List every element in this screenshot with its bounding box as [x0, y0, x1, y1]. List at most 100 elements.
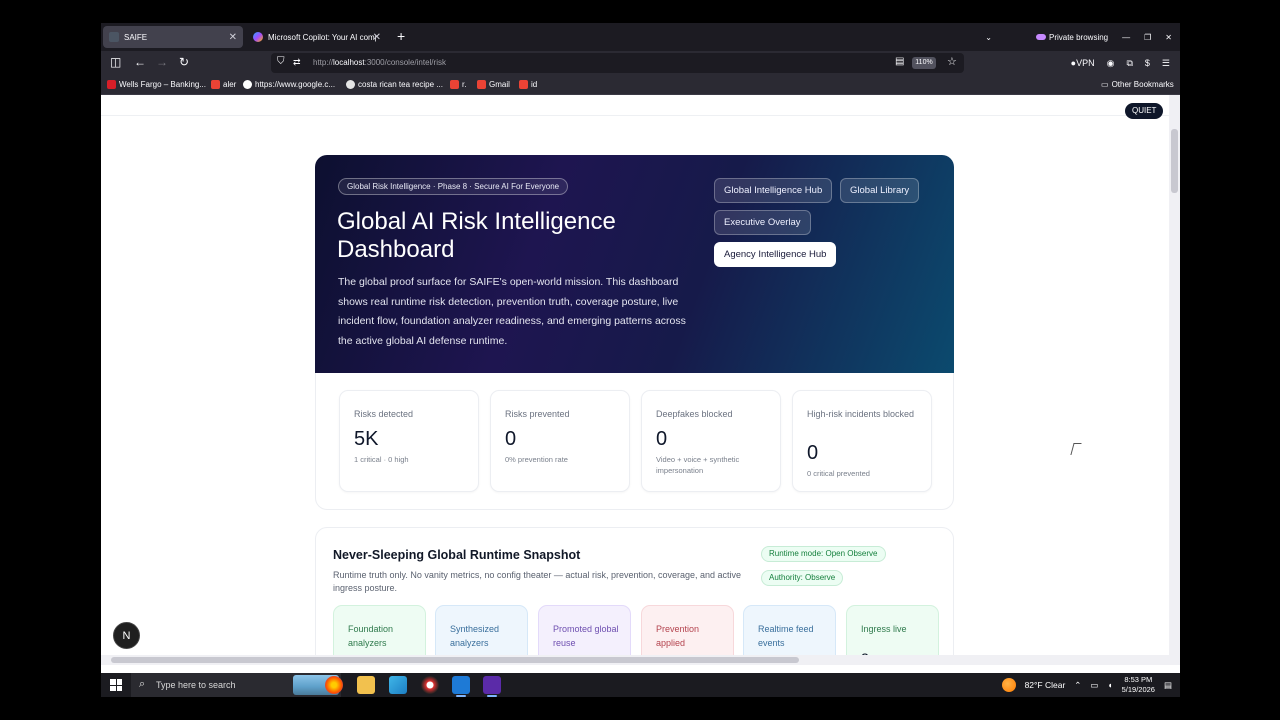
hero-banner: Global Risk Intelligence · Phase 8 · Sec… [315, 155, 954, 373]
stat-sub: Video + voice + synthetic impersonation [656, 455, 740, 475]
hero-eyebrow-pill: Global Risk Intelligence · Phase 8 · Sec… [338, 178, 569, 195]
forward-arrow-icon[interactable]: → [156, 55, 168, 69]
firefox-private-icon[interactable] [483, 676, 501, 697]
tab-title: Microsoft Copilot: Your AI comp [268, 32, 376, 42]
global-library-button[interactable]: Global Library [840, 178, 920, 203]
stat-sub: 1 critical · 0 high [354, 455, 409, 464]
bookmark-id[interactable]: id [519, 80, 537, 89]
stat-label: Risks detected [354, 409, 414, 419]
time: 8:53 PM [1124, 675, 1153, 684]
close-window-icon[interactable]: ✕ [1165, 33, 1172, 42]
close-tab-icon[interactable]: ✕ [373, 32, 381, 43]
authority-chip: Authority: Observe [761, 570, 844, 586]
horizontal-scroll-thumb[interactable] [111, 657, 799, 663]
notepad-icon[interactable] [389, 676, 407, 694]
chevron-up-icon[interactable]: ⌃ [1074, 680, 1081, 691]
bookmark-label: Wells Fargo – Banking... [119, 80, 207, 89]
desktop: SAIFE ✕ Microsoft Copilot: Your AI comp … [0, 0, 1280, 720]
tile-label: Promoted global reuse [553, 624, 619, 648]
agency-intelligence-hub-button[interactable]: Agency Intelligence Hub [714, 242, 837, 267]
bookmark-gmail[interactable]: Gmail [477, 80, 510, 89]
tile-label: Realtime feed events [758, 624, 814, 648]
stat-label: Deepfakes blocked [656, 409, 733, 419]
executive-overlay-button[interactable]: Executive Overlay [714, 210, 811, 235]
firefox-icon[interactable] [325, 676, 343, 694]
stat-value: 5K [354, 428, 379, 450]
tab-title: SAIFE [124, 32, 148, 42]
stat-label: Risks prevented [505, 409, 570, 419]
quiet-badge[interactable]: QUIET [1125, 103, 1164, 119]
restore-icon[interactable]: ❐ [1144, 33, 1151, 42]
reader-view-icon[interactable]: ▤ [895, 56, 904, 67]
stat-value: 0 [505, 428, 517, 450]
snipping-tool-icon[interactable] [421, 676, 439, 694]
bookmark-label: id [531, 80, 538, 89]
bookmark-costa-rican-tea[interactable]: costa rican tea recipe ... [346, 80, 443, 89]
taskbar-search-box[interactable]: ⌕ Type here to search [131, 673, 341, 697]
bookmark-wells-fargo[interactable]: Wells Fargo – Banking... [107, 80, 206, 89]
bookmark-r[interactable]: r. [450, 80, 466, 89]
vertical-scrollbar[interactable] [1169, 95, 1180, 665]
tile-label: Synthesized analyzers [450, 624, 500, 648]
back-arrow-icon[interactable]: ← [134, 55, 146, 69]
address-bar[interactable]: ⛉ ⇄ http://localhost:3000/console/intel/… [271, 53, 964, 73]
saife-favicon-icon [109, 32, 119, 42]
menu-hamburger-icon[interactable]: ☰ [1162, 58, 1170, 69]
private-browsing-label: Private browsing [1048, 32, 1109, 42]
runtime-mode-chip: Runtime mode: Open Observe [761, 546, 886, 562]
account-icon[interactable]: ◉ [1107, 58, 1115, 69]
navigation-toolbar: ◫ ← → ↻ ⛉ ⇄ http://localhost:3000/consol… [101, 51, 1180, 75]
reload-icon[interactable]: ↻ [179, 55, 189, 69]
bookmark-google[interactable]: https://www.google.c... [243, 80, 335, 89]
copilot-favicon-icon [253, 32, 263, 42]
new-tab-plus-icon[interactable]: + [397, 28, 405, 44]
vpn-button[interactable]: ●VPN [1071, 58, 1095, 68]
vscode-icon[interactable] [452, 676, 470, 697]
gmail-icon [519, 80, 528, 89]
bookmark-star-icon[interactable]: ☆ [947, 55, 957, 68]
folder-icon: ▭ [1101, 80, 1109, 89]
weather-text[interactable]: 82°F Clear [1025, 680, 1066, 690]
private-browsing-indicator: Private browsing [1035, 32, 1109, 42]
network-icon[interactable]: ▭ [1090, 680, 1098, 691]
bookmark-label: Gmail [489, 80, 510, 89]
search-icon: ⌕ [139, 678, 146, 690]
clock[interactable]: 8:53 PM 5/19/2026 [1122, 675, 1155, 695]
gmail-icon [477, 80, 486, 89]
nextjs-dev-badge[interactable]: N [113, 622, 140, 649]
url-scheme: http:// [313, 58, 334, 67]
bookmark-label: https://www.google.c... [255, 80, 336, 89]
zoom-level[interactable]: 110% [912, 57, 936, 69]
vertical-scroll-thumb[interactable] [1171, 129, 1178, 193]
page-viewport: QUIET Global Risk Intelligence · Phase 8… [101, 95, 1180, 665]
extensions-icon[interactable]: ⧉ [1126, 58, 1132, 69]
bookmark-aler[interactable]: aler [211, 80, 236, 89]
globe-icon [346, 80, 355, 89]
global-intelligence-hub-button[interactable]: Global Intelligence Hub [714, 178, 833, 203]
shield-icon[interactable]: ⛉ [277, 56, 285, 67]
horizontal-scrollbar[interactable] [101, 655, 1169, 665]
other-bookmarks[interactable]: ▭ Other Bookmarks [1101, 80, 1174, 89]
tile-label: Foundation analyzers [348, 624, 394, 648]
url-text[interactable]: http://localhost:3000/console/intel/risk [313, 58, 446, 67]
extension-dollar-icon[interactable]: $ [1145, 58, 1150, 68]
sidebar-toggle-icon[interactable]: ◫ [110, 55, 121, 69]
section-title: Never-Sleeping Global Runtime Snapshot [333, 548, 581, 562]
tab-saife[interactable]: SAIFE ✕ [103, 26, 243, 48]
tab-bar: SAIFE ✕ Microsoft Copilot: Your AI comp … [101, 23, 1180, 51]
close-tab-icon[interactable]: ✕ [229, 32, 237, 43]
file-explorer-icon[interactable] [357, 676, 375, 694]
minimize-icon[interactable]: — [1122, 33, 1130, 42]
stat-sub: 0 critical prevented [807, 469, 870, 478]
site-info-icon[interactable]: ⇄ [293, 57, 301, 68]
stat-card-risks-prevented: Risks prevented 0 0% prevention rate [490, 390, 630, 492]
list-all-tabs-chevron-icon[interactable]: ⌄ [985, 33, 992, 42]
volume-icon[interactable]: ◖ [1107, 680, 1112, 690]
globe-icon [243, 80, 252, 89]
vpn-label: VPN [1076, 58, 1095, 68]
page-title: Global AI Risk Intelligence Dashboard [337, 208, 616, 263]
notifications-icon[interactable]: ▤ [1164, 680, 1172, 691]
tab-copilot[interactable]: Microsoft Copilot: Your AI comp ✕ [247, 26, 387, 48]
tile-label: Ingress live [861, 624, 907, 634]
windows-start-icon[interactable] [110, 679, 122, 691]
